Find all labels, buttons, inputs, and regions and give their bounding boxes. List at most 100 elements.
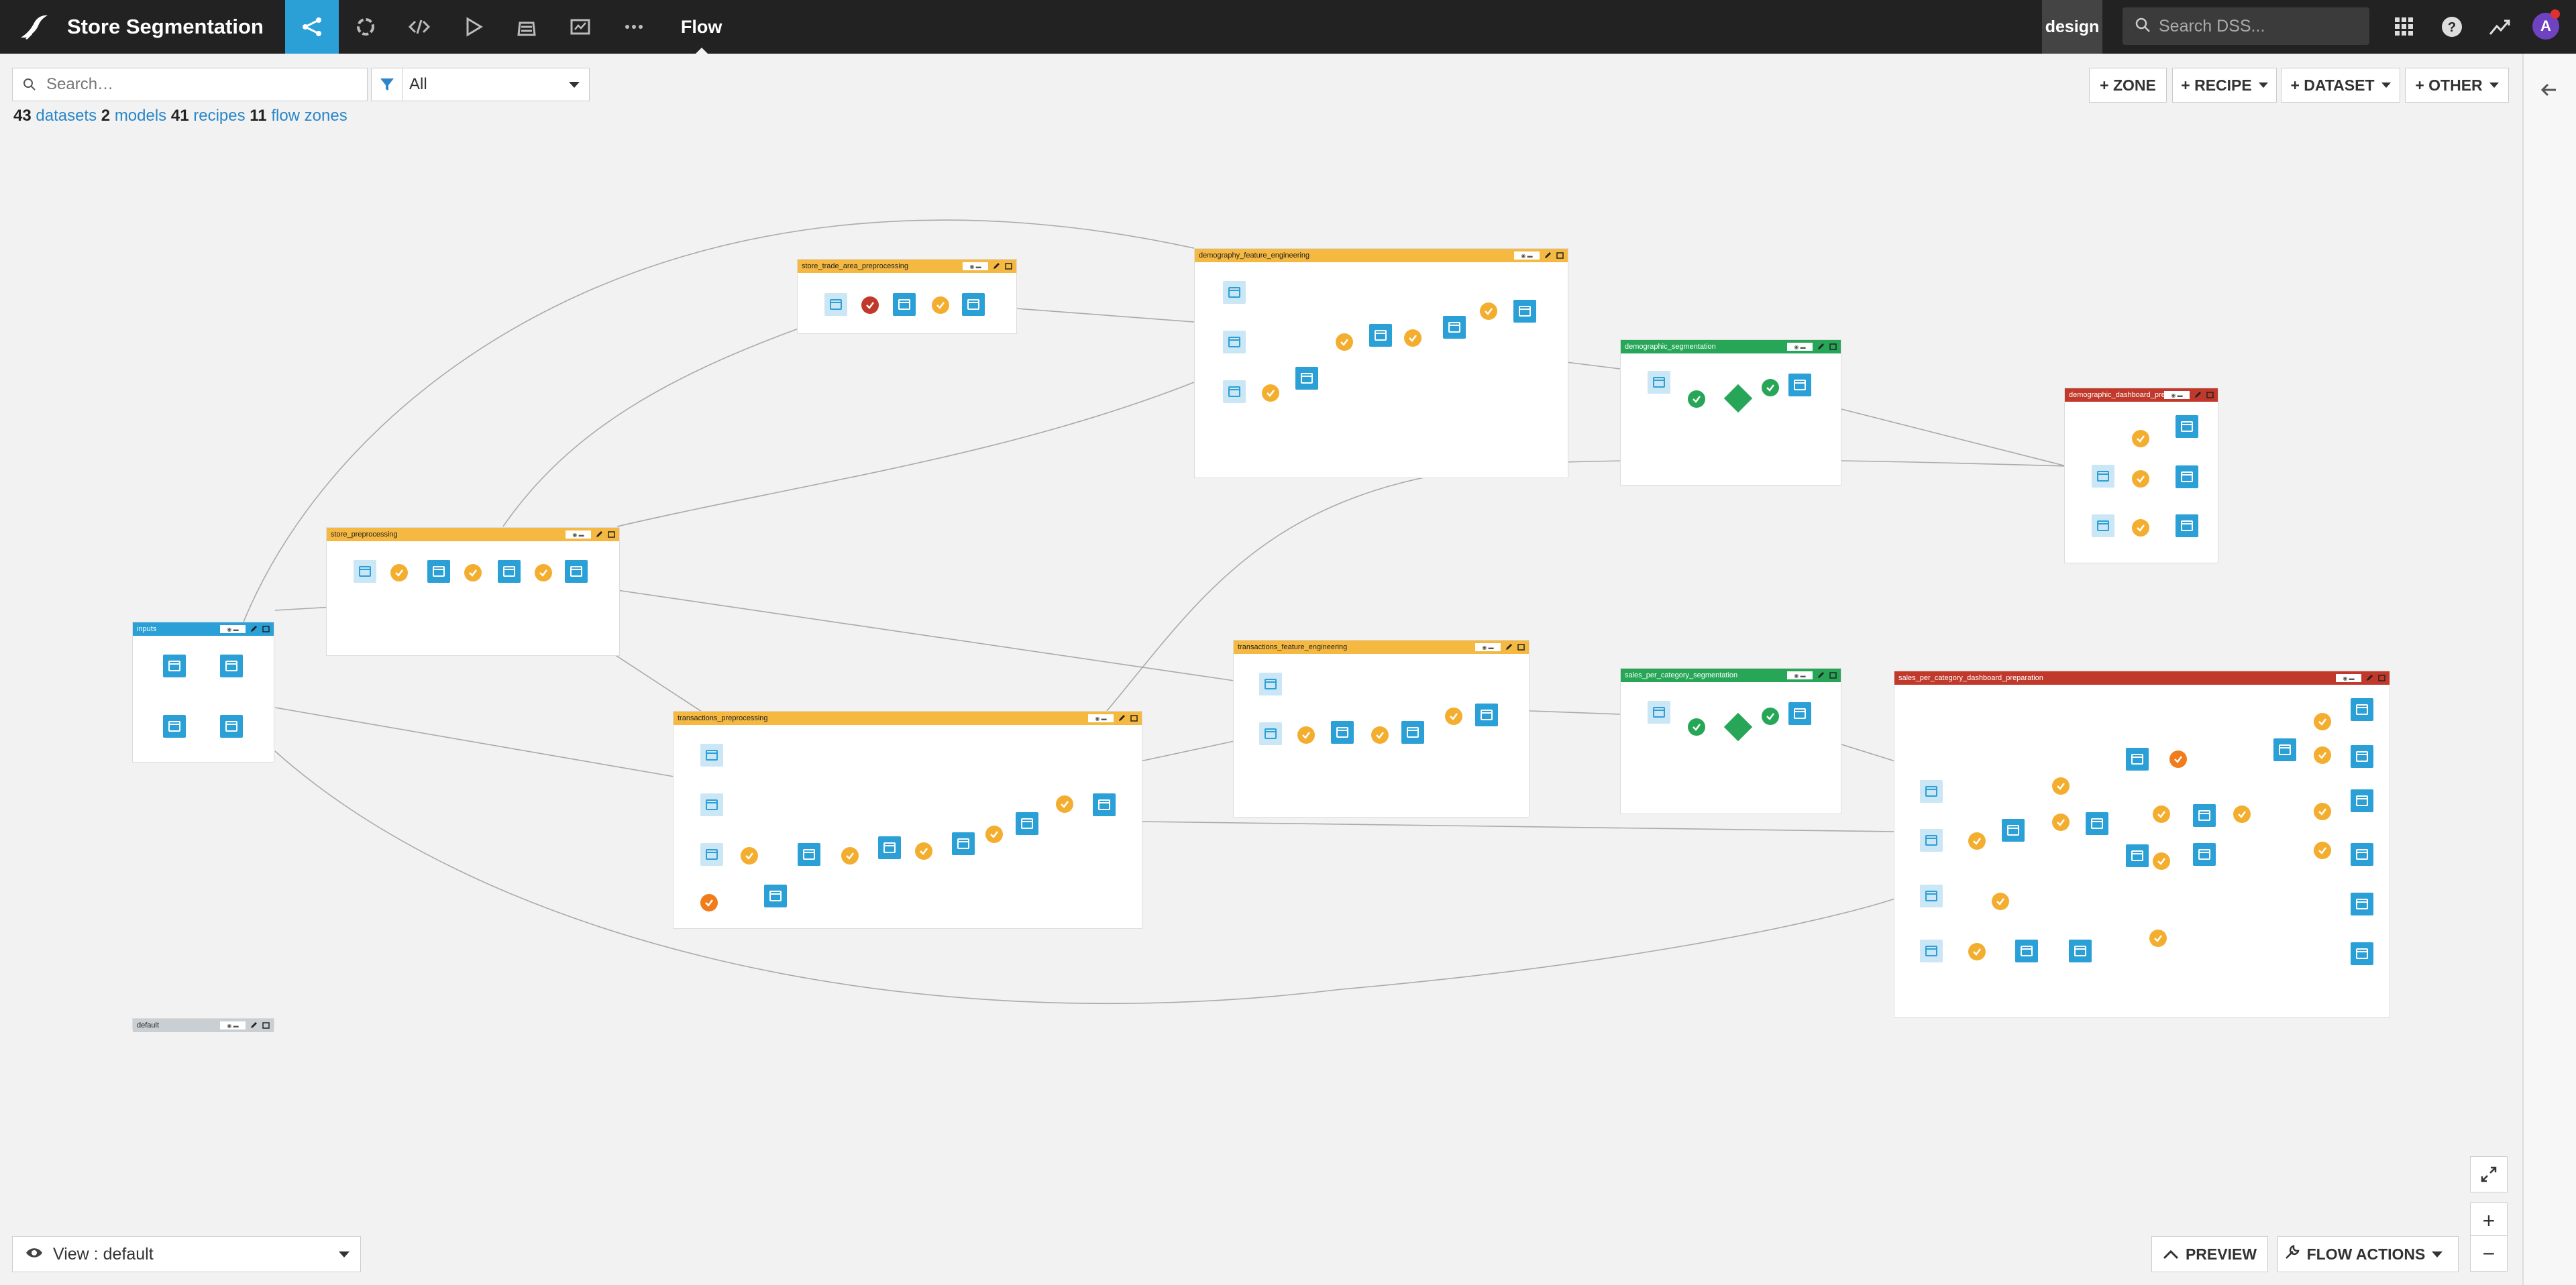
dataset-node[interactable] <box>1920 829 1943 852</box>
recipe-node[interactable] <box>741 847 758 864</box>
global-search-input[interactable] <box>2159 16 2347 36</box>
edit-icon[interactable] <box>595 530 604 539</box>
recipe-node[interactable] <box>2314 746 2331 764</box>
dataset-node[interactable] <box>1093 793 1116 816</box>
flow-zone-demographic-dashboard-pre[interactable]: demographic_dashboard_pre... ◉ ▬ <box>2064 388 2218 563</box>
more-icon[interactable] <box>607 0 661 54</box>
zone-tag-badge[interactable]: ◉ ▬ <box>1475 643 1501 651</box>
recipe-node[interactable] <box>2052 777 2070 795</box>
dataset-node[interactable] <box>2176 514 2198 537</box>
dataset-node[interactable] <box>2351 893 2373 915</box>
recipe-node[interactable] <box>2314 842 2331 859</box>
recipe-node[interactable] <box>2132 430 2149 447</box>
recipe-node[interactable] <box>985 826 1003 843</box>
zone-tag-badge[interactable]: ◉ ▬ <box>220 625 246 633</box>
zone-tag-badge[interactable]: ◉ ▬ <box>220 1021 246 1029</box>
flow-actions-button[interactable]: FLOW ACTIONS <box>2277 1236 2459 1272</box>
dataset-node[interactable] <box>764 885 787 907</box>
dataset-node[interactable] <box>700 744 723 767</box>
dataset-node[interactable] <box>893 293 916 316</box>
zone-tag-badge[interactable]: ◉ ▬ <box>1787 671 1813 679</box>
recipe-node[interactable] <box>2132 470 2149 488</box>
code-icon[interactable] <box>392 0 446 54</box>
edit-icon[interactable] <box>2365 673 2374 682</box>
recipe-node[interactable] <box>932 296 949 314</box>
dataset-node[interactable] <box>163 655 186 677</box>
dataset-node[interactable] <box>2351 698 2373 721</box>
expand-zone-icon[interactable] <box>1829 342 1837 351</box>
recipe-node[interactable] <box>1371 726 1389 744</box>
expand-zone-icon[interactable] <box>1130 714 1138 722</box>
recipe-node[interactable] <box>1688 390 1705 408</box>
preview-button[interactable]: PREVIEW <box>2151 1236 2268 1272</box>
recipe-node[interactable] <box>1968 943 1986 960</box>
dataset-node[interactable] <box>1788 374 1811 396</box>
dataset-node[interactable] <box>163 715 186 738</box>
zone-tag-badge[interactable]: ◉ ▬ <box>566 530 591 539</box>
recipe-node[interactable] <box>1445 708 1462 725</box>
dataset-node[interactable] <box>427 560 450 583</box>
dataset-node[interactable] <box>878 836 901 859</box>
fullscreen-icon[interactable] <box>2470 1156 2508 1192</box>
recipe-node[interactable] <box>1762 708 1779 725</box>
dataset-node[interactable] <box>1369 324 1392 347</box>
expand-zone-icon[interactable] <box>2377 673 2386 682</box>
edit-icon[interactable] <box>250 1021 258 1029</box>
flow-zone-store-trade-area-preprocessing[interactable]: store_trade_area_preprocessing ◉ ▬ <box>797 259 1017 334</box>
bird-logo-icon[interactable] <box>0 0 67 54</box>
edit-icon[interactable] <box>250 624 258 633</box>
flow-icon[interactable] <box>284 0 339 54</box>
flow-zone-demographic-segmentation[interactable]: demographic_segmentation ◉ ▬ <box>1620 339 1841 486</box>
expand-zone-icon[interactable] <box>2206 390 2214 399</box>
edit-icon[interactable] <box>1118 714 1126 722</box>
dataset-node[interactable] <box>824 293 847 316</box>
recipe-node[interactable] <box>535 564 552 581</box>
recipe-node[interactable] <box>1297 726 1315 744</box>
recipe-node[interactable] <box>1992 893 2009 910</box>
edit-icon[interactable] <box>2194 390 2202 399</box>
dataset-node[interactable] <box>1223 331 1246 353</box>
expand-zone-icon[interactable] <box>262 1021 270 1029</box>
flow-zone-sales-per-category-segmentation[interactable]: sales_per_category_segmentation ◉ ▬ <box>1620 668 1841 814</box>
recipe-node[interactable] <box>2132 519 2149 537</box>
dataset-node[interactable] <box>1648 701 1670 724</box>
dataset-node[interactable] <box>2015 940 2038 962</box>
dataset-node[interactable] <box>2126 844 2149 867</box>
recipe-node[interactable] <box>1262 384 1279 402</box>
dataset-node[interactable] <box>2092 514 2114 537</box>
dataset-node[interactable] <box>2193 804 2216 827</box>
dataset-node[interactable] <box>498 560 521 583</box>
recipe-node[interactable] <box>1968 832 1986 850</box>
project-title[interactable]: Store Segmentation <box>67 15 264 39</box>
dataset-node[interactable] <box>1295 367 1318 390</box>
global-search[interactable] <box>2123 7 2369 45</box>
apps-grid-icon[interactable] <box>2391 13 2418 40</box>
zone-tag-badge[interactable]: ◉ ▬ <box>963 262 988 270</box>
expand-zone-icon[interactable] <box>1829 671 1837 679</box>
recipe-node[interactable] <box>390 564 408 581</box>
model-node[interactable] <box>1723 384 1753 413</box>
dataset-node[interactable] <box>1920 885 1943 907</box>
zone-header[interactable]: demography_feature_engineering ◉ ▬ <box>1195 249 1568 262</box>
zoom-in-icon[interactable]: + <box>2470 1203 2508 1239</box>
zone-tag-badge[interactable]: ◉ ▬ <box>1088 714 1114 722</box>
dataset-node[interactable] <box>2092 465 2114 488</box>
recipe-node[interactable] <box>2233 805 2251 823</box>
activity-icon[interactable] <box>2486 13 2513 40</box>
dataset-node[interactable] <box>2176 465 2198 488</box>
run-icon[interactable] <box>446 0 500 54</box>
collapse-arrow-icon[interactable] <box>2536 76 2563 103</box>
dataset-node[interactable] <box>700 793 723 816</box>
dataset-node[interactable] <box>700 843 723 866</box>
dataset-node[interactable] <box>2126 748 2149 771</box>
dashboard-icon[interactable] <box>553 0 607 54</box>
recipe-node[interactable] <box>700 894 718 911</box>
flow-zone-store-preprocessing[interactable]: store_preprocessing ◉ ▬ <box>326 527 620 656</box>
recipe-node[interactable] <box>2052 814 2070 831</box>
dataset-node[interactable] <box>952 832 975 855</box>
recipe-node[interactable] <box>1688 718 1705 736</box>
dataset-node[interactable] <box>1920 940 1943 962</box>
expand-zone-icon[interactable] <box>1004 262 1013 270</box>
dataset-node[interactable] <box>1331 721 1354 744</box>
zone-header[interactable]: sales_per_category_segmentation ◉ ▬ <box>1621 669 1841 682</box>
